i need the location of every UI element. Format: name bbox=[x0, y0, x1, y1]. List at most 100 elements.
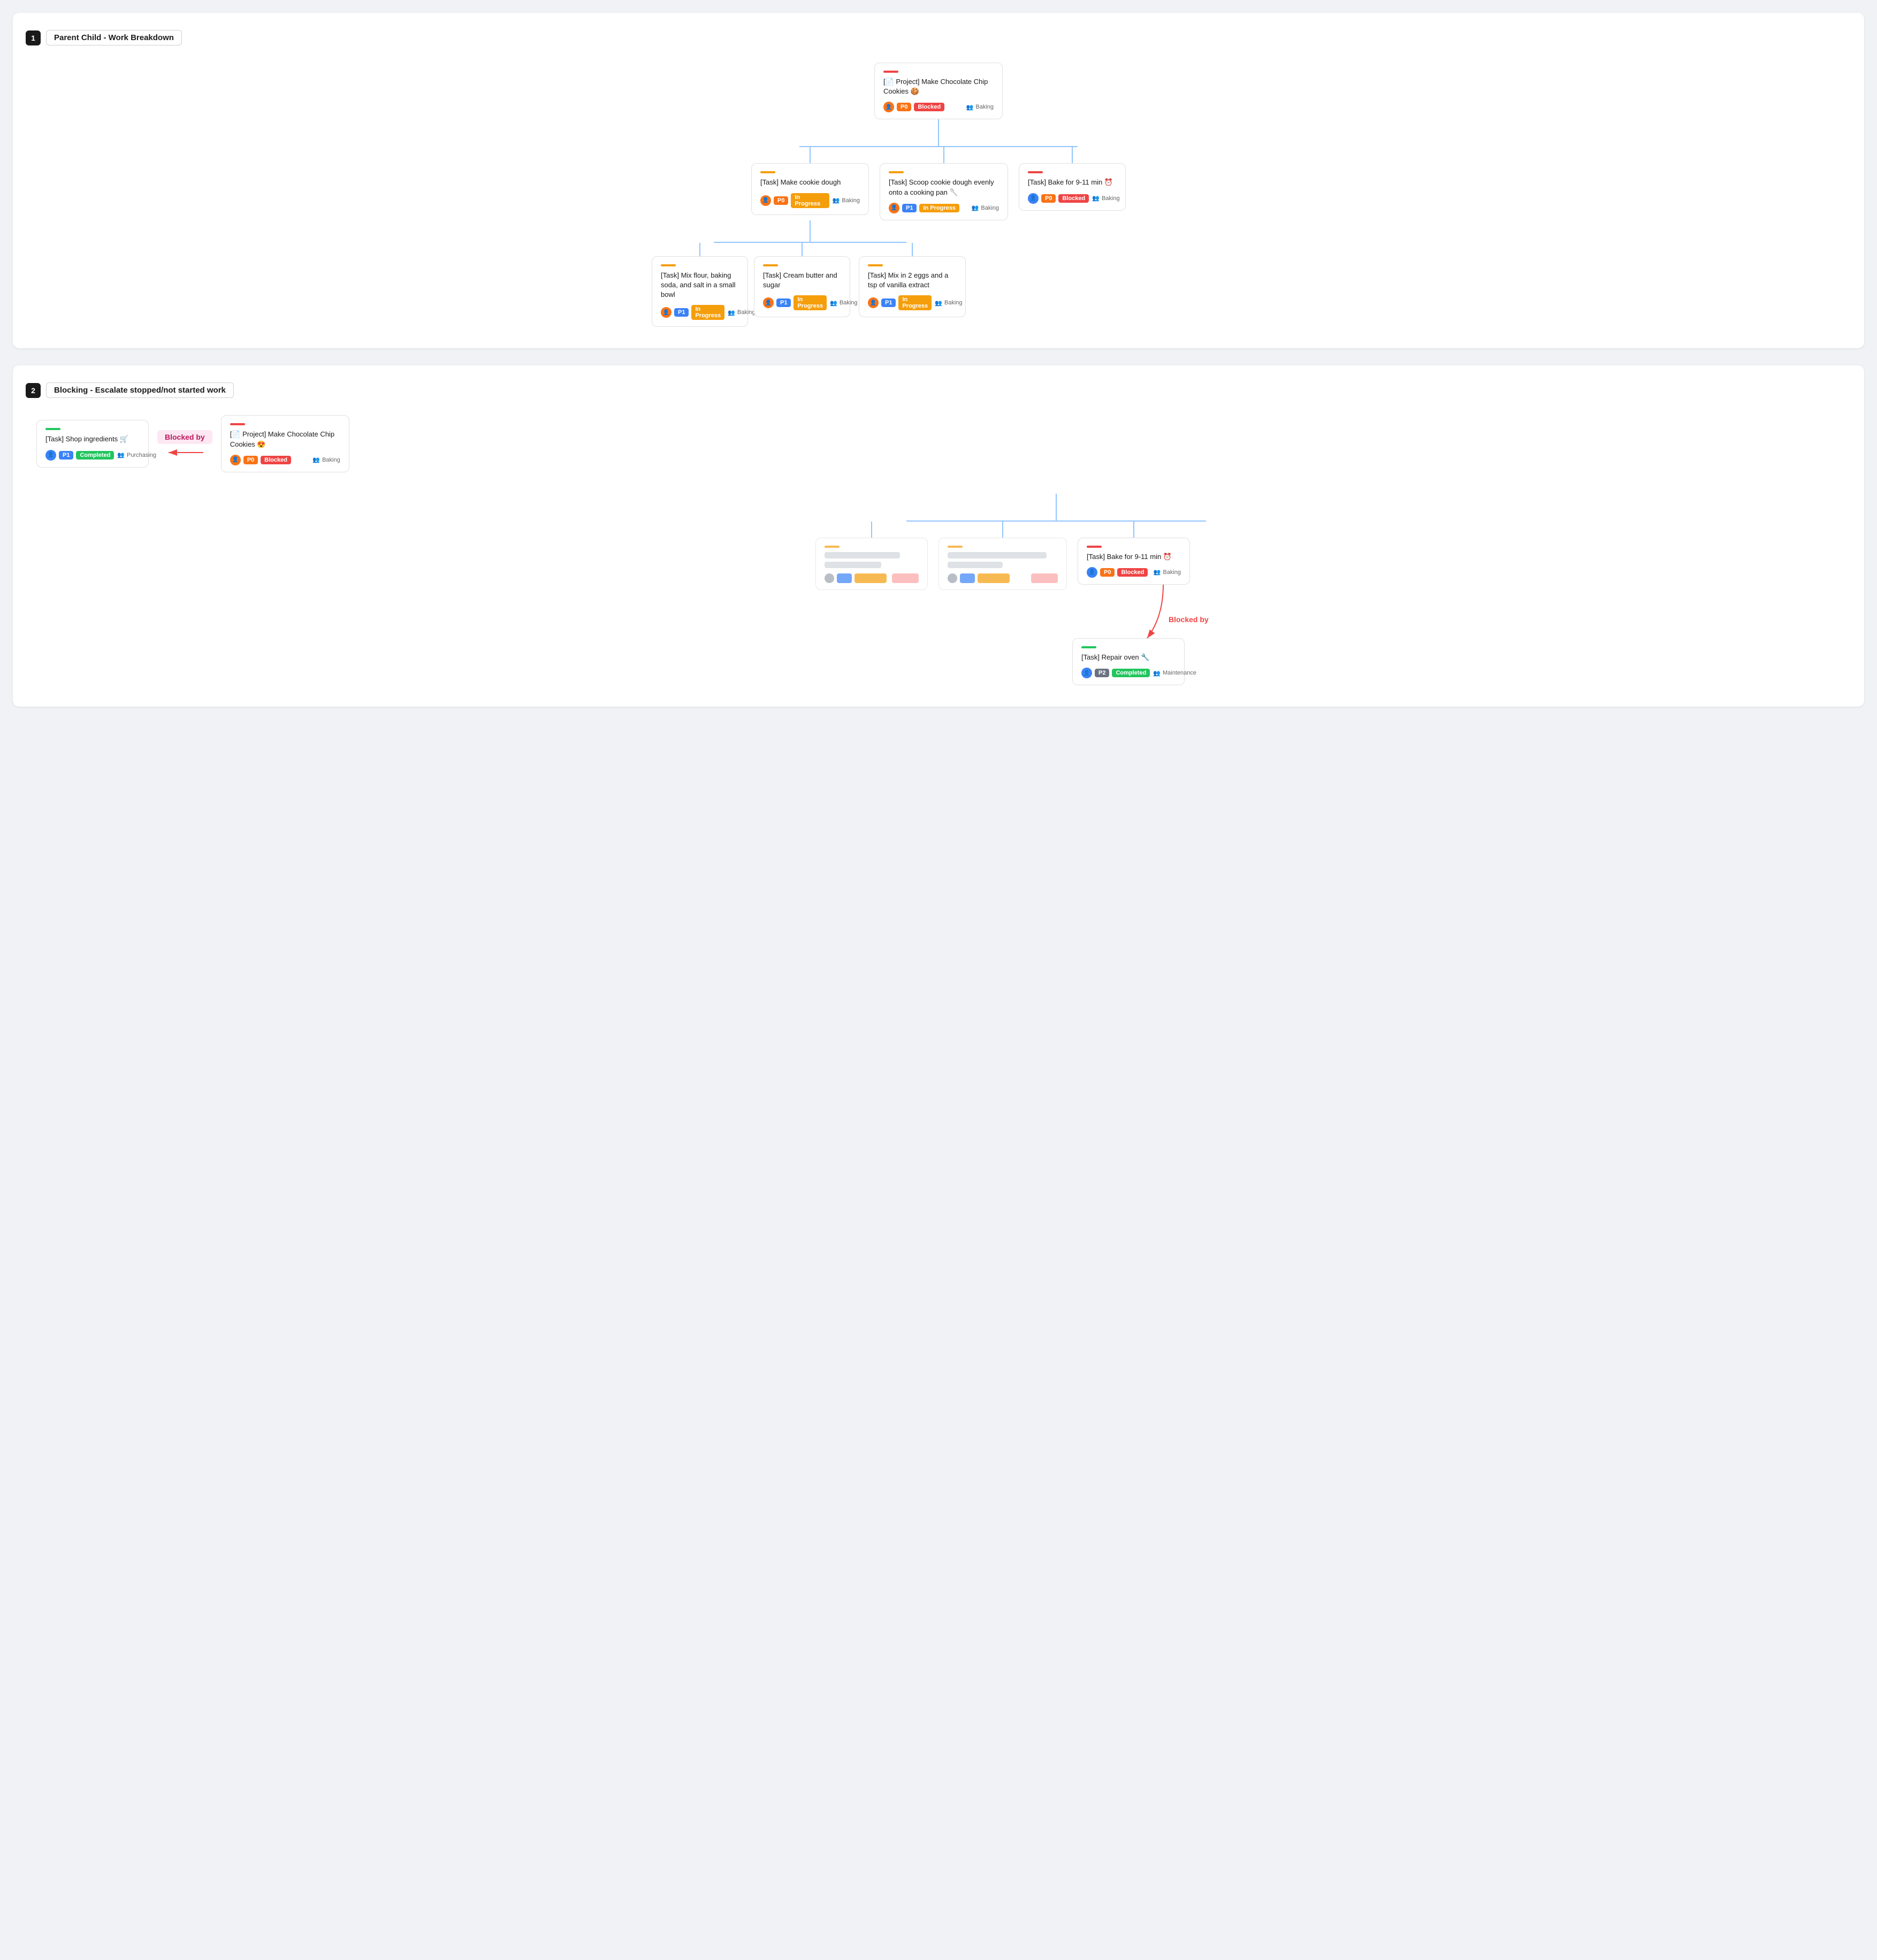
connector-root-s2-down bbox=[1056, 494, 1057, 520]
root-title-s1: [📄 Project] Make Chocolate Chip Cookies … bbox=[883, 77, 994, 96]
l3-2-team-s1: 👥 Baking bbox=[830, 300, 857, 307]
connector-root-down-s1 bbox=[938, 119, 939, 146]
l3-2-accent-s1 bbox=[763, 264, 778, 266]
l2-3-title-s1: [Task] Bake for 9-11 min ⏰ bbox=[1028, 178, 1117, 187]
l2-1-status-s1: In Progress bbox=[791, 193, 829, 208]
l2-3-footer-s1: 👤 P0 Blocked 👥 Baking bbox=[1028, 193, 1117, 204]
bake-accent-s2 bbox=[1087, 546, 1102, 548]
level2-card-1-s1[interactable]: [Task] Make cookie dough 👤 P0 In Progres… bbox=[751, 163, 869, 215]
l3-3-avatar-s1: 👤 bbox=[868, 297, 879, 308]
shop-title-s2: [Task] Shop ingredients 🛒 bbox=[45, 434, 140, 444]
bake-title-s2: [Task] Bake for 9-11 min ⏰ bbox=[1087, 552, 1181, 562]
repair-accent-s2 bbox=[1081, 646, 1096, 648]
root-avatar-s2: 👤 bbox=[230, 455, 241, 465]
l2-3-accent-s1 bbox=[1028, 171, 1043, 173]
root-team-s2: 👥 Baking bbox=[312, 456, 340, 463]
l2-3-avatar-s1: 👤 bbox=[1028, 193, 1039, 204]
l3-3-status-s1: In Progress bbox=[898, 295, 932, 310]
level3-card-3-s1[interactable]: [Task] Mix in 2 eggs and a tsp of vanill… bbox=[859, 256, 966, 317]
root-card-s2[interactable]: [📄 Project] Make Chocolate Chip Cookies … bbox=[221, 415, 349, 472]
section-1-header: 1 Parent Child - Work Breakdown bbox=[26, 30, 1851, 45]
team-icon-shop-s2: 👥 bbox=[117, 451, 125, 458]
connector-blur-1-s2 bbox=[871, 522, 872, 538]
level2-card-3-s1[interactable]: [Task] Bake for 9-11 min ⏰ 👤 P0 Blocked … bbox=[1019, 163, 1126, 210]
l3-3-accent-s1 bbox=[868, 264, 883, 266]
l2-1-title-s1: [Task] Make cookie dough bbox=[760, 178, 860, 187]
root-footer-s1: 👤 P0 Blocked 👥 Baking bbox=[883, 102, 994, 112]
repair-title-s2: [Task] Repair oven 🔧 bbox=[1081, 653, 1176, 662]
l2-2-title-s1: [Task] Scoop cookie dough evenly onto a … bbox=[889, 178, 999, 197]
connector-l3-2-s1 bbox=[802, 243, 803, 256]
bake-footer-s2: 👤 P0 Blocked 👥 Baking bbox=[1087, 567, 1181, 578]
root-footer-s2: 👤 P0 Blocked 👥 Baking bbox=[230, 455, 340, 465]
root-title-s2: [📄 Project] Make Chocolate Chip Cookies … bbox=[230, 430, 340, 449]
l3-1-title-s1: [Task] Mix flour, baking soda, and salt … bbox=[661, 271, 739, 300]
l3-1-accent-s1 bbox=[661, 264, 676, 266]
l2-1-team-s1: 👥 Baking bbox=[833, 197, 860, 204]
section-1-number: 1 bbox=[26, 30, 41, 45]
bake-card-s2[interactable]: [Task] Bake for 9-11 min ⏰ 👤 P0 Blocked … bbox=[1078, 538, 1190, 585]
connector-blur-2-s2 bbox=[1002, 522, 1003, 538]
blur-1-accent-s2 bbox=[825, 546, 840, 548]
repair-priority-s2: P2 bbox=[1095, 669, 1109, 677]
l2-2-team-s1: 👥 Baking bbox=[972, 204, 999, 211]
blur-2-accent-s2 bbox=[948, 546, 963, 548]
l3-3-team-s1: 👥 Baking bbox=[935, 300, 962, 307]
repair-footer-s2: 👤 P2 Completed 👥 Maintenance bbox=[1081, 668, 1176, 678]
section-1: 1 Parent Child - Work Breakdown [📄 Proje… bbox=[13, 13, 1864, 348]
connector-l2-1-s1 bbox=[810, 147, 811, 163]
root-status-s2: Blocked bbox=[261, 456, 291, 464]
root-team-s1: 👥 Baking bbox=[966, 104, 994, 111]
bake-priority-s2: P0 bbox=[1100, 568, 1115, 577]
shop-avatar-s2: 👤 bbox=[45, 450, 56, 461]
l2-2-priority-s1: P1 bbox=[902, 204, 917, 212]
l2-3-status-s1: Blocked bbox=[1058, 194, 1089, 203]
shop-card-s2[interactable]: [Task] Shop ingredients 🛒 👤 P1 Completed… bbox=[36, 420, 149, 467]
repair-team-s2: 👥 Maintenance bbox=[1153, 670, 1196, 677]
l3-2-status-s1: In Progress bbox=[793, 295, 827, 310]
section-2-header: 2 Blocking - Escalate stopped/not starte… bbox=[26, 382, 1851, 398]
blocked-by-label-1-s2: Blocked by bbox=[157, 430, 212, 444]
blurred-card-1-s2 bbox=[815, 538, 928, 590]
bake-avatar-s2: 👤 bbox=[1087, 567, 1097, 578]
shop-team-s2: 👥 Purchasing bbox=[117, 451, 156, 458]
l3-2-priority-s1: P1 bbox=[776, 298, 791, 307]
l2-1-footer-s1: 👤 P0 In Progress 👥 Baking bbox=[760, 193, 860, 208]
repair-card-s2[interactable]: [Task] Repair oven 🔧 👤 P2 Completed 👥 Ma… bbox=[1072, 638, 1185, 685]
bake-status-s2: Blocked bbox=[1117, 568, 1148, 577]
l3-2-title-s1: [Task] Cream butter and sugar bbox=[763, 271, 841, 290]
shop-status-s2: Completed bbox=[76, 451, 114, 460]
team-icon-l3-3-s1: 👥 bbox=[935, 300, 942, 307]
connector-l2-3-s1 bbox=[1072, 147, 1073, 163]
blocked-by-arrow-1-s2 bbox=[163, 447, 206, 458]
team-icon-l3-2-s1: 👥 bbox=[830, 300, 837, 307]
l3-1-team-s1: 👥 Baking bbox=[728, 309, 755, 316]
l3-3-priority-s1: P1 bbox=[881, 298, 896, 307]
root-card-s1[interactable]: [📄 Project] Make Chocolate Chip Cookies … bbox=[874, 63, 1003, 119]
team-icon-repair-s2: 👥 bbox=[1153, 670, 1161, 677]
blurred-card-2-s2 bbox=[938, 538, 1067, 590]
l2-1-accent-s1 bbox=[760, 171, 775, 173]
section-2-title: Blocking - Escalate stopped/not started … bbox=[46, 382, 234, 398]
shop-footer-s2: 👤 P1 Completed 👥 Purchasing bbox=[45, 450, 140, 461]
shop-priority-s2: P1 bbox=[59, 451, 73, 460]
l2-1-avatar-s1: 👤 bbox=[760, 195, 771, 206]
l3-1-priority-s1: P1 bbox=[674, 308, 689, 317]
repair-status-s2: Completed bbox=[1112, 669, 1150, 677]
svg-text:Blocked by: Blocked by bbox=[1169, 615, 1209, 624]
l2-3-priority-s1: P0 bbox=[1041, 194, 1056, 203]
section-1-title: Parent Child - Work Breakdown bbox=[46, 30, 182, 45]
root-status-s1: Blocked bbox=[914, 103, 944, 111]
l3-3-title-s1: [Task] Mix in 2 eggs and a tsp of vanill… bbox=[868, 271, 957, 290]
level3-card-1-s1[interactable]: [Task] Mix flour, baking soda, and salt … bbox=[652, 256, 748, 327]
l2-2-status-s1: In Progress bbox=[919, 204, 959, 212]
level2-card-2-s1[interactable]: [Task] Scoop cookie dough evenly onto a … bbox=[880, 163, 1008, 220]
l2-2-accent-s1 bbox=[889, 171, 904, 173]
team-icon-bake-s2: 👥 bbox=[1154, 569, 1161, 576]
section-2: 2 Blocking - Escalate stopped/not starte… bbox=[13, 365, 1864, 707]
level3-card-2-s1[interactable]: [Task] Cream butter and sugar 👤 P1 In Pr… bbox=[754, 256, 850, 317]
repair-avatar-s2: 👤 bbox=[1081, 668, 1092, 678]
connector-l2-1-down-s1 bbox=[810, 220, 811, 242]
bake-team-s2: 👥 Baking bbox=[1154, 569, 1181, 576]
l3-1-footer-s1: 👤 P1 In Progress 👥 Baking bbox=[661, 305, 739, 320]
